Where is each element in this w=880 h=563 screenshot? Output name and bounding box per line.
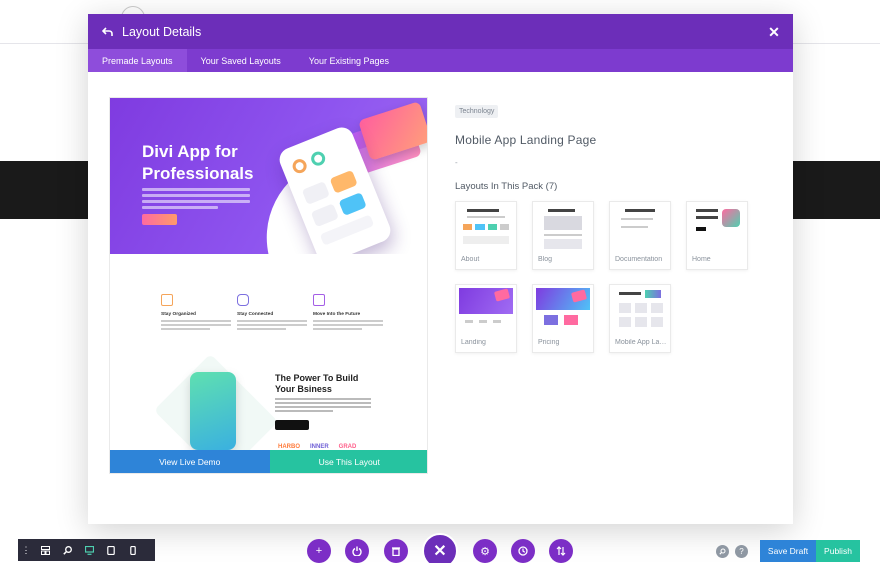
layout-thumb-landing[interactable]: Landing bbox=[455, 284, 517, 353]
publish-toolbar: ? Save Draft Publish bbox=[716, 540, 860, 562]
preview-hero: Divi App for Professionals bbox=[110, 98, 427, 254]
preview-hero-text bbox=[142, 188, 250, 212]
pack-layouts-grid: About Blog Documentation Home Landing Pr… bbox=[455, 201, 775, 353]
trash-icon[interactable] bbox=[384, 539, 408, 563]
save-draft-button[interactable]: Save Draft bbox=[760, 540, 816, 562]
layout-description: - bbox=[455, 158, 458, 167]
preview-hero-button bbox=[142, 214, 177, 225]
preview-actions: View Live Demo Use This Layout bbox=[110, 450, 427, 473]
layout-thumb-home[interactable]: Home bbox=[686, 201, 748, 270]
use-this-layout-button[interactable]: Use This Layout bbox=[269, 450, 427, 473]
thumb-image bbox=[459, 205, 513, 251]
pack-title: Layouts In This Pack (7) bbox=[455, 181, 558, 192]
thumb-image bbox=[459, 288, 513, 334]
layout-thumb-blog[interactable]: Blog bbox=[532, 201, 594, 270]
preview-hero-title: Divi App for Professionals bbox=[142, 142, 254, 183]
feature-item: Move Into the Future bbox=[313, 294, 383, 332]
layout-info: Technology Mobile App Landing Page - Lay… bbox=[455, 100, 775, 353]
layout-thumb-mobile-app[interactable]: Mobile App Landing Page bbox=[609, 284, 671, 353]
calendar-icon bbox=[161, 294, 173, 306]
thumb-image bbox=[613, 288, 667, 334]
preview-section-title: The Power To Build Your Bsiness bbox=[275, 373, 359, 394]
add-icon[interactable]: + bbox=[307, 539, 331, 563]
modal-title: Layout Details bbox=[122, 24, 202, 39]
sort-icon[interactable] bbox=[549, 539, 573, 563]
tab-existing-pages[interactable]: Your Existing Pages bbox=[295, 49, 403, 72]
phone-mockup-image bbox=[190, 372, 236, 450]
layout-thumb-documentation[interactable]: Documentation bbox=[609, 201, 671, 270]
history-icon[interactable] bbox=[511, 539, 535, 563]
close-icon[interactable]: ✕ bbox=[422, 533, 458, 563]
modal-tabs: Premade Layouts Your Saved Layouts Your … bbox=[88, 49, 793, 72]
power-icon[interactable] bbox=[345, 539, 369, 563]
phone-icon bbox=[237, 294, 249, 306]
close-icon[interactable]: ✕ bbox=[766, 24, 782, 40]
category-tag[interactable]: Technology bbox=[455, 105, 499, 118]
modal-header: Layout Details ✕ bbox=[88, 14, 793, 49]
preview-features: Stay Organized Stay Connected Move Into … bbox=[110, 294, 427, 344]
view-live-demo-button[interactable]: View Live Demo bbox=[110, 450, 270, 473]
layout-thumb-pricing[interactable]: Pricing bbox=[532, 284, 594, 353]
tab-saved-layouts[interactable]: Your Saved Layouts bbox=[187, 49, 295, 72]
publish-button[interactable]: Publish bbox=[816, 540, 860, 562]
tab-premade-layouts[interactable]: Premade Layouts bbox=[88, 49, 187, 72]
layout-thumb-about[interactable]: About bbox=[455, 201, 517, 270]
layout-preview: Divi App for Professionals Stay Organize… bbox=[109, 97, 428, 474]
thumb-image bbox=[690, 205, 744, 251]
back-arrow-icon[interactable] bbox=[99, 24, 115, 40]
feature-item: Stay Organized bbox=[161, 294, 231, 332]
preview-discover-button bbox=[275, 420, 309, 430]
thumb-image bbox=[613, 205, 667, 251]
chip-icon bbox=[313, 294, 325, 306]
thumb-image bbox=[536, 288, 590, 334]
thumb-image bbox=[536, 205, 590, 251]
settings-icon[interactable]: ⚙ bbox=[473, 539, 497, 563]
layout-name: Mobile App Landing Page bbox=[455, 133, 597, 147]
help-icon[interactable]: ? bbox=[735, 544, 748, 558]
feature-item: Stay Connected bbox=[237, 294, 307, 332]
search-icon[interactable] bbox=[716, 544, 729, 558]
layout-details-modal: Layout Details ✕ Premade Layouts Your Sa… bbox=[88, 14, 793, 524]
